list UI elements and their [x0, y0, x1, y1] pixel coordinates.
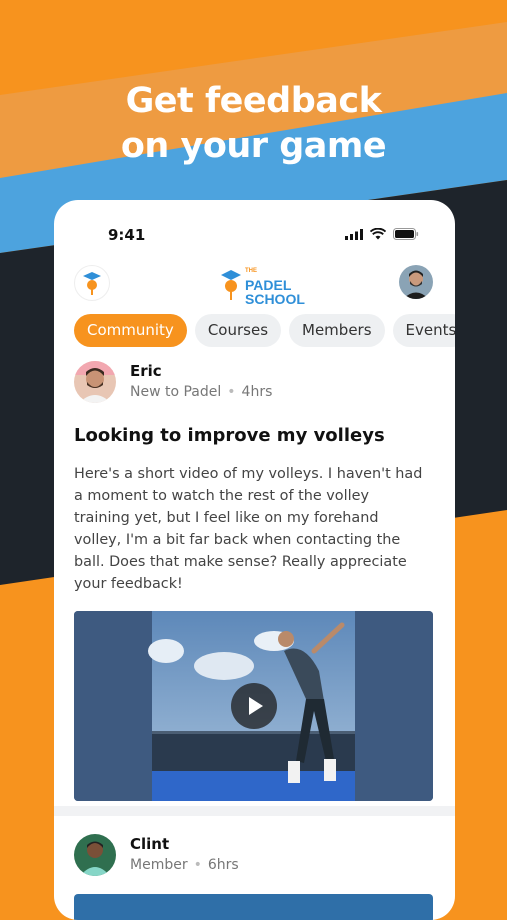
post-title[interactable]: Looking to improve my volleys: [74, 425, 434, 446]
tab-courses[interactable]: Courses: [194, 314, 282, 347]
author-name[interactable]: Clint: [130, 834, 239, 854]
post-divider: [54, 806, 455, 816]
headline-line-1: Get feedback: [125, 81, 382, 121]
signal-icon: [345, 228, 363, 240]
post-time: 4hrs: [241, 384, 273, 400]
tab-community[interactable]: Community: [74, 314, 187, 347]
profile-avatar-button[interactable]: [399, 265, 433, 299]
author-avatar[interactable]: [74, 361, 116, 403]
meta-separator: •: [193, 857, 202, 873]
tab-bar: Community Courses Members Events: [74, 314, 455, 347]
video-thumbnail: [74, 611, 433, 801]
status-time: 9:41: [108, 226, 146, 244]
avatar: [399, 265, 433, 299]
battery-icon: [393, 228, 419, 240]
community-logo-button[interactable]: [74, 265, 110, 301]
post-header: Clint Member • 6hrs: [74, 834, 239, 876]
headline-line-2: on your game: [120, 126, 387, 166]
author-role: Member: [130, 857, 188, 873]
padel-school-logo-icon: [221, 270, 241, 300]
logo-the-text: THE: [245, 268, 257, 274]
video-player[interactable]: [74, 894, 433, 920]
author-avatar[interactable]: [74, 834, 116, 876]
post-time: 6hrs: [207, 857, 239, 873]
tab-members[interactable]: Members: [289, 314, 385, 347]
meta-separator: •: [227, 384, 236, 400]
app-logo: THE PADEL SCHOOL: [219, 264, 305, 306]
logo-school-text: SCHOOL: [245, 291, 305, 307]
logo-padel-text: PADEL: [245, 277, 292, 293]
author-name[interactable]: Eric: [130, 361, 272, 381]
tab-events[interactable]: Events: [392, 314, 455, 347]
padel-school-logo-icon: [83, 272, 101, 295]
post-body: Here's a short video of my volleys. I ha…: [74, 466, 423, 592]
post-header: Eric New to Padel • 4hrs: [74, 361, 272, 403]
phone-screen: 9:41 THE PADEL SCHOOL Community Courses …: [54, 200, 455, 920]
author-role: New to Padel: [130, 384, 222, 400]
avatar: [74, 834, 116, 876]
avatar: [74, 361, 116, 403]
status-bar: 9:41: [54, 226, 455, 246]
app-header: THE PADEL SCHOOL: [54, 262, 455, 306]
video-player[interactable]: [74, 611, 433, 801]
wifi-icon: [370, 228, 386, 240]
